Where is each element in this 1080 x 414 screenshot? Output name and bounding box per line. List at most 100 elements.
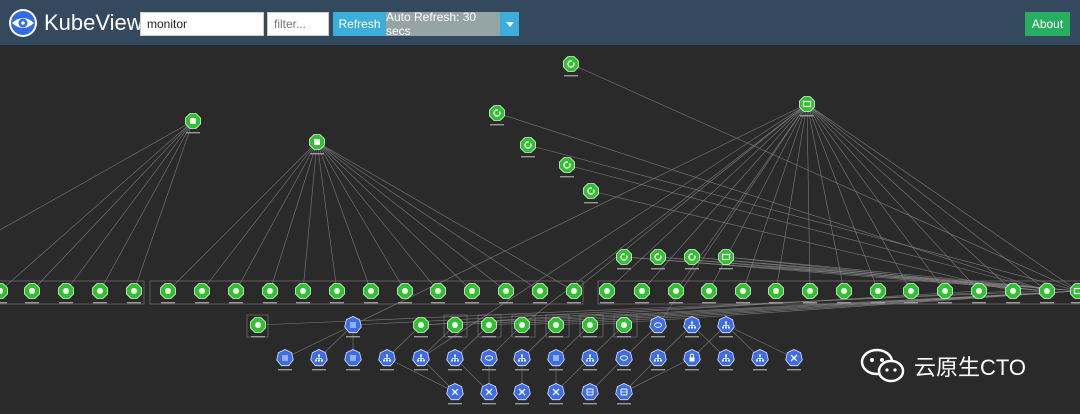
node-label [278, 369, 292, 371]
network-node[interactable] [412, 349, 430, 371]
workload-node[interactable] [295, 283, 311, 304]
workload-node[interactable] [397, 283, 413, 304]
network-node[interactable] [615, 383, 633, 405]
network-node[interactable] [547, 383, 565, 405]
node-label [195, 302, 209, 304]
workload-node[interactable] [582, 317, 598, 338]
workload-node[interactable] [836, 283, 852, 304]
network-node[interactable] [513, 383, 531, 405]
workload-node[interactable] [363, 283, 379, 304]
workload-node[interactable] [160, 283, 176, 304]
network-node[interactable] [480, 383, 498, 405]
workload-node[interactable] [262, 283, 278, 304]
workload-node[interactable] [58, 283, 74, 304]
caret-down-icon [505, 21, 514, 27]
workload-node[interactable] [701, 283, 717, 304]
network-node[interactable] [310, 349, 328, 371]
app-title: KubeView [44, 10, 143, 35]
workload-node[interactable] [489, 105, 505, 126]
network-node[interactable] [649, 349, 667, 371]
node-label [719, 369, 733, 371]
workload-node[interactable] [228, 283, 244, 304]
node-label [346, 369, 360, 371]
network-node[interactable] [581, 383, 599, 405]
node-label [515, 403, 529, 405]
network-node[interactable] [581, 349, 599, 371]
workload-node[interactable] [548, 317, 564, 338]
workload-node[interactable] [668, 283, 684, 304]
brand[interactable]: KubeView [8, 8, 143, 38]
workload-node[interactable] [126, 283, 142, 304]
pod-icon [740, 288, 746, 294]
workload-node[interactable] [194, 283, 210, 304]
node-label [617, 369, 631, 371]
workload-node[interactable] [559, 157, 575, 178]
node-label [161, 302, 175, 304]
workload-node[interactable] [24, 283, 40, 304]
network-node[interactable] [683, 349, 701, 371]
network-node[interactable] [751, 349, 769, 371]
network-node[interactable] [378, 349, 396, 371]
workload-node[interactable] [583, 183, 599, 204]
node-label [583, 336, 597, 338]
network-node[interactable] [446, 383, 464, 405]
workload-node[interactable] [870, 283, 886, 304]
node-label [1040, 302, 1054, 304]
pod-icon [233, 288, 239, 294]
network-node[interactable] [683, 316, 701, 338]
node-label [769, 302, 783, 304]
graph-edge [133, 120, 194, 292]
workload-node[interactable] [599, 283, 615, 304]
workload-node[interactable] [768, 283, 784, 304]
auto-refresh-dropdown-toggle[interactable] [500, 12, 519, 36]
network-node[interactable] [276, 349, 294, 371]
workload-node[interactable] [447, 317, 463, 338]
node-label [549, 336, 563, 338]
network-node[interactable] [615, 349, 633, 371]
node-label [25, 302, 39, 304]
network-node[interactable] [717, 349, 735, 371]
workload-node[interactable] [520, 137, 536, 158]
workload-node[interactable] [329, 283, 345, 304]
network-node[interactable] [344, 349, 362, 371]
workload-node[interactable] [92, 283, 108, 304]
namespace-input[interactable] [140, 12, 264, 36]
about-button[interactable]: About [1025, 12, 1070, 36]
refresh-button[interactable]: Refresh [333, 12, 386, 36]
workload-node[interactable] [802, 283, 818, 304]
workload-node[interactable] [532, 283, 548, 304]
workload-node[interactable] [430, 283, 446, 304]
workload-node[interactable] [616, 317, 632, 338]
network-node[interactable] [785, 349, 803, 371]
network-node[interactable] [649, 316, 667, 338]
node-label [448, 369, 462, 371]
pod-icon [255, 322, 261, 328]
workload-node[interactable] [634, 283, 650, 304]
workload-node[interactable] [718, 249, 734, 270]
pod-icon [875, 288, 881, 294]
network-node[interactable] [717, 316, 735, 338]
pod-icon [807, 288, 813, 294]
workload-node[interactable] [616, 249, 632, 270]
workload-node[interactable] [413, 317, 429, 338]
workload-node[interactable] [650, 249, 666, 270]
workload-node[interactable] [563, 56, 579, 77]
workload-node[interactable] [1005, 283, 1021, 304]
node-label [549, 369, 563, 371]
workload-node[interactable] [735, 283, 751, 304]
workload-node[interactable] [514, 317, 530, 338]
workload-node[interactable] [1039, 283, 1055, 304]
network-node[interactable] [446, 349, 464, 371]
node-label [364, 302, 378, 304]
workload-node[interactable] [498, 283, 514, 304]
workload-node[interactable] [464, 283, 480, 304]
workload-node[interactable] [1070, 283, 1080, 304]
workload-node[interactable] [971, 283, 987, 304]
workload-node[interactable] [250, 317, 266, 338]
node-label [482, 336, 496, 338]
workload-node[interactable] [566, 283, 582, 304]
filter-input[interactable] [267, 12, 329, 36]
workload-node[interactable] [481, 317, 497, 338]
workload-node[interactable] [0, 283, 8, 304]
auto-refresh-button[interactable]: Auto Refresh: 30 secs [386, 10, 500, 38]
